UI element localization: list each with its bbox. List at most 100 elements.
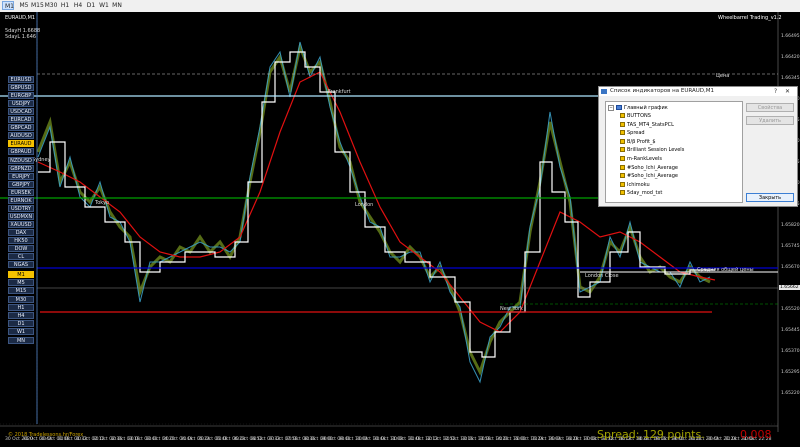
indicator-item-label: 5day_mod_txt	[627, 190, 663, 197]
indicator-item[interactable]: TAS_MT4_StatsPCL	[620, 121, 674, 129]
indicator-icon	[620, 164, 625, 170]
indicator-icon	[620, 113, 625, 118]
symbol-button-eursek[interactable]: EURSEK	[8, 188, 34, 196]
chart-icon	[616, 105, 622, 110]
stat-5day-low: 5dayL 1.646	[5, 34, 37, 40]
toolbar-tf-m1[interactable]: M1	[2, 1, 14, 10]
indicator-item-label: Brilliant Session Levels	[627, 147, 685, 154]
indicator-item[interactable]: m-RankLevels	[620, 155, 662, 163]
symbol-button-dax[interactable]: DAX	[8, 228, 34, 236]
symbol-button-usdjpy[interactable]: USDJPY	[8, 100, 34, 108]
indicator-item[interactable]: B/β Profit_$	[620, 138, 656, 146]
level-label-price: Цена	[716, 73, 730, 79]
symbol-button-gbpjpy[interactable]: GBPJPY	[8, 180, 34, 188]
close-icon[interactable]: ✕	[785, 87, 790, 96]
indicator-item-label: BUTTONS	[627, 113, 651, 119]
spread-value: 0.008	[740, 428, 772, 441]
symbol-button-nzdusd[interactable]: NZDUSD	[8, 156, 34, 164]
symbol-button-gbpaud[interactable]: GBPAUD	[8, 148, 34, 156]
delete-button[interactable]: Удалить	[746, 116, 794, 125]
properties-button[interactable]: Свойства	[746, 103, 794, 112]
indicator-icon	[620, 138, 625, 144]
indicator-icon	[620, 130, 625, 136]
indicator-tree[interactable]: − Главный график BUTTONS TAS_MT4_StatsPCL S…	[605, 101, 743, 203]
symbol-button-hk50[interactable]: HK50	[8, 237, 34, 244]
symbol-button-cl[interactable]: CL	[8, 253, 34, 261]
spread-label: Spread: 129 points.	[597, 428, 705, 441]
timeframe-button-d1[interactable]: D1	[8, 320, 34, 328]
session-label-new-york: New York	[500, 306, 523, 312]
indicator-item[interactable]: #Soho_Ichi_Average	[620, 172, 678, 180]
price-axis-label: 1.65745	[781, 244, 800, 249]
symbol-button-audusd[interactable]: AUDUSD	[8, 132, 34, 140]
indicator-item-label: Spread	[627, 130, 645, 137]
symbol-button-ngas[interactable]: NGAS	[8, 261, 34, 269]
indicator-icon	[620, 156, 625, 161]
symbol-button-xauusd[interactable]: XAUUSD	[8, 220, 34, 228]
chart-symbol-title: EURAUD,M1	[5, 15, 36, 21]
dialog-app-icon	[601, 89, 607, 94]
indicator-item-label: B/β Profit_$	[627, 138, 656, 145]
symbol-button-eurnok[interactable]: EURNOK	[8, 196, 34, 204]
tree-root[interactable]: − Главный график	[608, 104, 668, 112]
timeframe-button-h1[interactable]: H1	[8, 303, 34, 311]
timeframe-button-m30[interactable]: M30	[8, 295, 34, 303]
collapse-icon[interactable]: −	[608, 105, 614, 111]
indicator-item[interactable]: BUTTONS	[620, 112, 651, 120]
dialog-title: Список индикаторов на EURAUD,M1	[610, 88, 714, 94]
indicator-item[interactable]: 5day_mod_txt	[620, 189, 662, 197]
symbol-button-usdtry[interactable]: USDTRY	[8, 204, 34, 212]
timeframe-button-w1[interactable]: W1	[8, 328, 34, 336]
session-label-tokyo: Tokyo	[95, 200, 109, 206]
symbol-button-eurusd[interactable]: EURUSD	[8, 76, 34, 83]
indicator-item-label: #Soho_Ichi_Average	[627, 173, 678, 180]
price-chart[interactable]: EURAUD,M1 5dayH 1.6688 5dayL 1.646 Wheel…	[0, 12, 800, 447]
copyright-text: © 2018 Tradelessons.hr/Forex	[8, 432, 84, 438]
indicator-item-label: Ichimoku	[627, 181, 650, 188]
price-axis-label: 1.65220	[781, 391, 800, 396]
symbol-button-eurgbp[interactable]: EURGBP	[8, 92, 34, 100]
price-axis-label: 1.65445	[781, 328, 800, 333]
current-price-tag: 1.65662	[779, 285, 800, 290]
toolbar-tf-mn[interactable]: MN	[109, 1, 125, 10]
price-axis-label: 1.65520	[781, 307, 800, 312]
symbol-button-usdmxn[interactable]: USDMXN	[8, 212, 34, 220]
price-axis-label: 1.65370	[781, 349, 800, 354]
timeframe-button-m15[interactable]: M15	[8, 287, 34, 295]
timeframe-button-m5[interactable]: M5	[8, 279, 34, 287]
indicator-icon	[620, 147, 625, 153]
symbol-button-euraud[interactable]: EURAUD	[8, 140, 34, 148]
session-label-sydney: Sydney	[32, 157, 51, 163]
indicator-icon	[620, 173, 625, 179]
indicator-item[interactable]: Spread	[620, 129, 645, 137]
indicator-item[interactable]: #Soho_Ichi_Average	[620, 164, 678, 172]
indicator-item-label: m-RankLevels	[627, 156, 662, 162]
timeframe-button-h4[interactable]: H4	[8, 312, 34, 319]
help-icon[interactable]: ?	[774, 87, 777, 96]
symbol-button-dow[interactable]: DOW	[8, 245, 34, 253]
price-axis-label: 1.66345	[781, 76, 800, 81]
timeframe-button-mn[interactable]: MN	[8, 336, 34, 344]
symbol-button-usdcad[interactable]: USDCAD	[8, 108, 34, 116]
indicator-item[interactable]: Brilliant Session Levels	[620, 146, 684, 154]
tree-root-label: Главный график	[624, 105, 668, 111]
indicator-title: Wheelbarrel Trading_v1.2	[718, 15, 782, 21]
price-axis-label: 1.65670	[781, 265, 800, 270]
indicator-list-dialog: Список индикаторов на EURAUD,M1 ? ✕ − Гла…	[598, 86, 798, 207]
price-axis-label: 1.65820	[781, 223, 800, 228]
close-button[interactable]: Закрыть	[746, 193, 794, 202]
level-label-avg-price: Средняя общей цены	[697, 267, 754, 273]
symbol-button-eurcad[interactable]: EURCAD	[8, 116, 34, 124]
dialog-title-bar[interactable]: Список индикаторов на EURAUD,M1 ? ✕	[599, 87, 797, 96]
session-label-london: London	[355, 202, 374, 208]
indicator-icon	[620, 121, 625, 127]
symbol-button-gbpusd[interactable]: GBPUSD	[8, 84, 34, 92]
indicator-item[interactable]: Ichimoku	[620, 181, 650, 189]
symbol-button-gbpnzd[interactable]: GBPNZD	[8, 164, 34, 172]
symbol-button-eurjpy[interactable]: EURJPY	[8, 172, 34, 180]
symbol-button-gbpcad[interactable]: GBPCAD	[8, 124, 34, 132]
session-label-london-close: London Close	[585, 273, 619, 279]
chart-canvas	[0, 12, 779, 432]
indicator-item-label: #Soho_Ichi_Average	[627, 164, 678, 171]
timeframe-button-m1[interactable]: M1	[8, 271, 34, 278]
